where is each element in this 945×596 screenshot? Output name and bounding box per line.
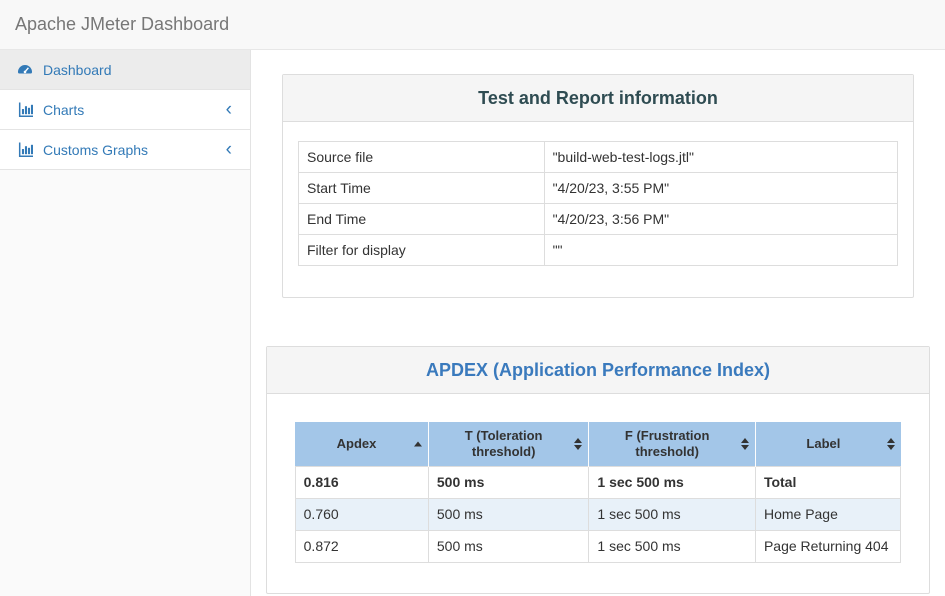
- label-cell: Home Page: [755, 499, 900, 531]
- bar-chart-icon: [17, 142, 33, 158]
- sort-asc-icon: [414, 442, 422, 447]
- frustration-cell: 1 sec 500 ms: [589, 467, 756, 499]
- apdex-header-row: Apdex T (Toleration threshold) F (Frustr…: [295, 422, 901, 467]
- frustration-cell: 1 sec 500 ms: [589, 499, 756, 531]
- sidebar-item-charts[interactable]: Charts ‹: [0, 90, 250, 130]
- toleration-cell: 500 ms: [428, 531, 589, 563]
- column-header-label: T (Toleration threshold): [465, 428, 543, 459]
- table-row: Source file "build-web-test-logs.jtl": [299, 142, 898, 173]
- table-row: Start Time "4/20/23, 3:55 PM": [299, 173, 898, 204]
- test-info-panel-heading: Test and Report information: [283, 75, 913, 122]
- bar-chart-icon: [17, 102, 33, 118]
- info-row-label: End Time: [299, 204, 545, 235]
- test-info-title: Test and Report information: [298, 89, 898, 108]
- topbar: Apache JMeter Dashboard: [0, 0, 945, 50]
- column-header-label: Apdex: [337, 436, 377, 451]
- info-row-value: "build-web-test-logs.jtl": [544, 142, 897, 173]
- sidebar-item-label: Dashboard: [43, 62, 112, 78]
- label-cell: Page Returning 404: [755, 531, 900, 563]
- apdex-value-cell: 0.872: [295, 531, 428, 563]
- table-row: 0.816 500 ms 1 sec 500 ms Total: [295, 467, 901, 499]
- sidebar-item-customs-graphs[interactable]: Customs Graphs ‹: [0, 130, 250, 170]
- column-header-frustration[interactable]: F (Frustration threshold): [589, 422, 756, 467]
- app-title: Apache JMeter Dashboard: [15, 14, 229, 35]
- apdex-table: Apdex T (Toleration threshold) F (Frustr…: [295, 422, 902, 563]
- sidebar-item-label: Customs Graphs: [43, 142, 148, 158]
- info-row-value: "": [544, 235, 897, 266]
- column-header-toleration[interactable]: T (Toleration threshold): [428, 422, 589, 467]
- frustration-cell: 1 sec 500 ms: [589, 531, 756, 563]
- sort-both-icon: [887, 438, 895, 450]
- test-info-panel-body: Source file "build-web-test-logs.jtl" St…: [283, 122, 913, 297]
- sort-both-icon: [741, 438, 749, 450]
- apdex-title: APDEX (Application Performance Index): [282, 361, 914, 380]
- info-row-value: "4/20/23, 3:55 PM": [544, 173, 897, 204]
- label-cell: Total: [755, 467, 900, 499]
- info-row-value: "4/20/23, 3:56 PM": [544, 204, 897, 235]
- column-header-label-col[interactable]: Label: [755, 422, 900, 467]
- main-content: Test and Report information Source file …: [251, 50, 945, 596]
- table-row: Filter for display "": [299, 235, 898, 266]
- column-header-label: Label: [806, 436, 840, 451]
- test-info-table: Source file "build-web-test-logs.jtl" St…: [298, 141, 898, 266]
- table-row: 0.760 500 ms 1 sec 500 ms Home Page: [295, 499, 901, 531]
- table-row: 0.872 500 ms 1 sec 500 ms Page Returning…: [295, 531, 901, 563]
- toleration-cell: 500 ms: [428, 499, 589, 531]
- column-header-apdex[interactable]: Apdex: [295, 422, 428, 467]
- dashboard-icon: [17, 62, 33, 78]
- layout: Dashboard Charts ‹: [0, 50, 945, 596]
- info-row-label: Source file: [299, 142, 545, 173]
- apdex-value-cell: 0.760: [295, 499, 428, 531]
- sidebar: Dashboard Charts ‹: [0, 50, 251, 596]
- toleration-cell: 500 ms: [428, 467, 589, 499]
- chevron-left-icon: ‹: [226, 140, 236, 159]
- apdex-value-cell: 0.816: [295, 467, 428, 499]
- apdex-panel-body: Apdex T (Toleration threshold) F (Frustr…: [267, 394, 929, 593]
- sidebar-item-dashboard[interactable]: Dashboard: [0, 50, 250, 90]
- table-row: End Time "4/20/23, 3:56 PM": [299, 204, 898, 235]
- apdex-panel: APDEX (Application Performance Index) Ap…: [266, 346, 930, 594]
- info-row-label: Start Time: [299, 173, 545, 204]
- sort-both-icon: [574, 438, 582, 450]
- apdex-panel-heading: APDEX (Application Performance Index): [267, 347, 929, 394]
- info-row-label: Filter for display: [299, 235, 545, 266]
- sidebar-item-label: Charts: [43, 102, 84, 118]
- test-info-panel: Test and Report information Source file …: [282, 74, 914, 298]
- column-header-label: F (Frustration threshold): [625, 428, 710, 459]
- chevron-left-icon: ‹: [226, 100, 236, 119]
